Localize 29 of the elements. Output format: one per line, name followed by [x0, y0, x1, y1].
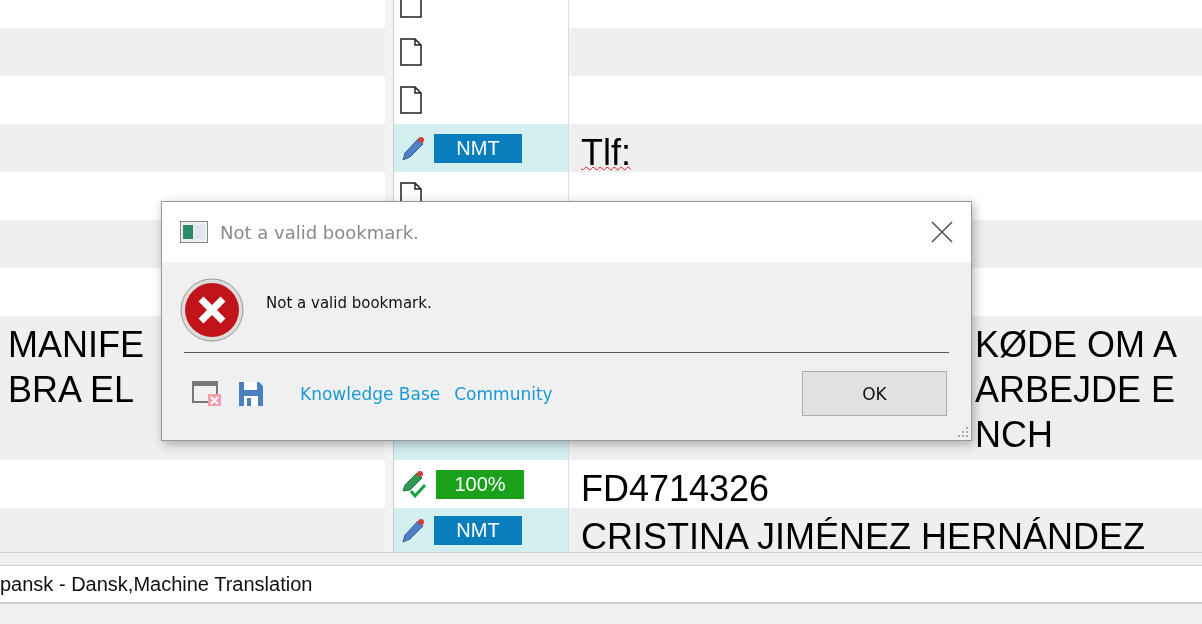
- status-field: pansk - Dansk,Machine Translation: [0, 565, 1202, 604]
- pencil-check-icon: [400, 469, 428, 499]
- close-icon[interactable]: [931, 221, 953, 243]
- match-badge: 100%: [436, 469, 524, 499]
- error-icon: [180, 278, 244, 342]
- page-icon: [400, 38, 422, 66]
- target-text: ARBEJDE E: [975, 368, 1176, 412]
- pencil-icon: [400, 134, 426, 162]
- help-link[interactable]: Community: [454, 383, 553, 404]
- source-text: MANIFE: [8, 323, 144, 367]
- source-text: BRA EL: [8, 368, 135, 412]
- dialog-title: Not a valid bookmark.: [220, 221, 420, 243]
- help-link[interactable]: Knowledge Base: [300, 383, 441, 404]
- window-close-icon[interactable]: [192, 380, 222, 407]
- row-gutter: [385, 508, 394, 552]
- target-text: FD4714326: [581, 467, 770, 511]
- target-text: CRISTINA JIMÉNEZ HERNÁNDEZ: [581, 515, 1146, 559]
- nmt-badge: NMT: [434, 133, 522, 163]
- error-message: Not a valid bookmark.: [266, 294, 432, 312]
- pencil-icon: [400, 516, 426, 544]
- ok-button[interactable]: OK: [802, 371, 947, 416]
- target-text: NCH: [975, 413, 1053, 457]
- resize-grip-icon[interactable]: [957, 426, 969, 438]
- target-text: Tlf:: [581, 131, 631, 175]
- save-icon[interactable]: [238, 380, 264, 407]
- nmt-badge: NMT: [434, 515, 522, 545]
- target-text: KØDE OM A: [975, 323, 1178, 367]
- page-icon: [400, 86, 422, 114]
- app-icon: [180, 221, 208, 243]
